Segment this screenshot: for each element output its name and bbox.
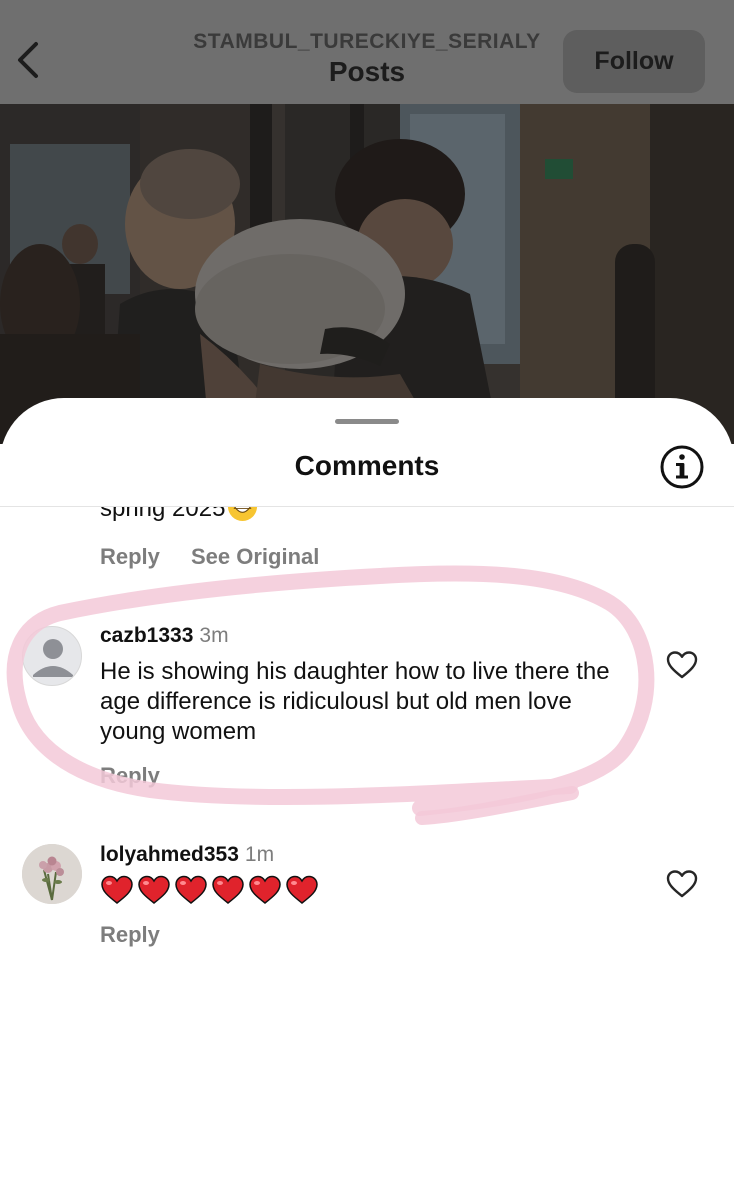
comment-time: 1m — [244, 843, 275, 866]
reply-button[interactable]: Reply — [100, 763, 160, 789]
username-text[interactable]: lolyahmed353 — [100, 843, 239, 866]
comment-text — [100, 874, 319, 906]
reply-button[interactable]: Reply — [100, 922, 160, 948]
header-divider — [0, 506, 734, 507]
top-bar: STAMBUL_TURECKIYE_SERIALY Posts Follow — [0, 0, 734, 104]
comment-username[interactable]: cazb1333 3m — [100, 624, 229, 648]
partial-comment-body: spring 2025 — [100, 507, 226, 522]
red-heart-emoji-icon — [175, 875, 207, 904]
red-heart-emoji-icon — [212, 875, 244, 904]
comment-text: He is showing his daughter how to live t… — [100, 658, 610, 745]
red-heart-emoji-icon — [249, 875, 281, 904]
red-heart-emoji-icon — [138, 875, 170, 904]
avatar[interactable] — [22, 626, 82, 686]
partial-comment-text: spring 2025 — [100, 507, 258, 523]
username-text[interactable]: cazb1333 — [100, 624, 193, 647]
post-image — [0, 104, 734, 444]
comments-sheet: Comments spring 2025 Reply See Original … — [0, 398, 734, 1200]
red-heart-emoji-icon — [286, 875, 318, 904]
drag-handle[interactable] — [335, 419, 399, 424]
flowers-avatar-icon — [22, 844, 82, 904]
like-heart-icon[interactable] — [666, 650, 698, 680]
comments-title: Comments — [294, 450, 440, 481]
like-heart-icon[interactable] — [666, 869, 698, 899]
avatar[interactable] — [22, 844, 82, 904]
red-heart-emoji-icon — [101, 875, 133, 904]
see-original-button[interactable]: See Original — [191, 544, 319, 570]
follow-button[interactable]: Follow — [563, 30, 705, 93]
comment-time: 3m — [199, 624, 229, 647]
comment-username[interactable]: lolyahmed353 1m — [100, 843, 274, 867]
default-avatar-icon — [33, 639, 73, 677]
info-icon[interactable] — [659, 444, 705, 490]
grinning-face-emoji-icon — [228, 507, 258, 522]
reply-button[interactable]: Reply — [100, 544, 160, 570]
